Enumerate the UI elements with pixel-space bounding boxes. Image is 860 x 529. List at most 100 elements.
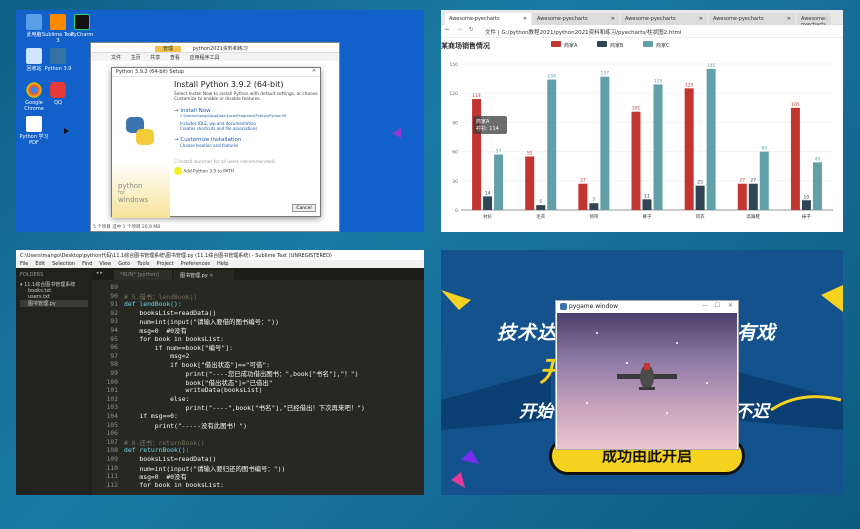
minimize-icon[interactable]: — xyxy=(702,302,708,309)
customize-note: Choose location and features xyxy=(180,143,239,148)
ribbon-tab-view[interactable]: 查看 xyxy=(170,55,180,61)
code-line: for book in booksList: xyxy=(124,480,225,489)
line-number: 97 xyxy=(110,351,118,360)
python-icon xyxy=(50,48,66,64)
reload-icon[interactable]: ↻ xyxy=(469,27,474,33)
browser-tab[interactable]: Awesome-pyecharts ✕ xyxy=(445,13,531,25)
setup-content: Install Python 3.9.2 (64-bit) Select Ins… xyxy=(170,77,322,218)
address-bar[interactable]: ← → ↻ 文件 | G:/python教程2021/python2021资料和… xyxy=(441,25,843,38)
ribbon-tab-home[interactable]: 主页 xyxy=(131,55,141,61)
line-number: 93 xyxy=(110,317,118,326)
line-number: 100 xyxy=(106,377,118,386)
bar xyxy=(653,84,663,210)
ribbon-tab-file[interactable]: 文件 xyxy=(111,55,121,61)
menu-item[interactable]: File xyxy=(20,261,28,267)
menu-item[interactable]: Help xyxy=(217,261,228,267)
tab-editor[interactable]: 图书管理.py ✕ xyxy=(174,270,234,280)
file-item-active[interactable]: 图书管理.py xyxy=(20,300,88,307)
bar-value-label: 27 xyxy=(750,178,756,184)
menu-item[interactable]: Tools xyxy=(137,261,149,267)
back-icon[interactable]: ← xyxy=(445,27,450,33)
menu-item[interactable]: Edit xyxy=(35,261,45,267)
menu-item[interactable]: Selection xyxy=(52,261,75,267)
menu-item[interactable]: Preferences xyxy=(181,261,210,267)
maximize-icon[interactable]: ☐ xyxy=(715,302,720,309)
code-line: print("-----没有此图书！") xyxy=(124,421,247,430)
banner-text-left: 技术达 xyxy=(497,322,558,344)
desktop-icon-pdf[interactable]: Python 学习 PDF xyxy=(16,116,52,146)
close-icon[interactable]: ✕ xyxy=(728,302,733,309)
menu-item[interactable]: View xyxy=(99,261,111,267)
browser-tab[interactable]: Awesome-pyecharts ✕ xyxy=(533,13,619,25)
pdf-icon xyxy=(26,116,42,132)
browser-tab[interactable]: Awesome-pyecharts ✕ xyxy=(709,13,795,25)
bar xyxy=(759,151,769,210)
code-line: if msg==0: xyxy=(124,412,178,420)
line-number: 102 xyxy=(106,394,118,403)
bar-value-label: 49 xyxy=(815,156,821,162)
bar xyxy=(642,199,652,210)
menu-item[interactable]: Goto xyxy=(118,261,130,267)
launcher-checkbox[interactable]: ☐ Install launcher for all users (recomm… xyxy=(174,160,318,165)
browser-tab[interactable]: Awesome-pyecharts xyxy=(797,13,831,25)
bar-value-label: 55 xyxy=(527,150,533,156)
line-number: 112 xyxy=(106,480,118,489)
folders-label: FOLDERS xyxy=(20,272,44,278)
code-line: msg=2 xyxy=(124,351,190,360)
menu-item[interactable]: Find xyxy=(82,261,92,267)
bar xyxy=(525,156,535,210)
install-note: Creates shortcuts and file associations xyxy=(180,126,258,131)
bar-value-label: 60 xyxy=(761,146,767,152)
browser-tabbar: Awesome-pyecharts ✕ Awesome-pyecharts ✕ Aw… xyxy=(441,10,843,25)
line-number: 107 xyxy=(106,437,118,446)
manage-tab[interactable]: 管理 xyxy=(155,46,182,52)
menu-item[interactable]: Project xyxy=(157,261,174,267)
x-tick-label: 裤子 xyxy=(643,213,652,220)
browser-panel: Awesome-pyecharts ✕ Awesome-pyecharts ✕ Aw… xyxy=(441,10,843,232)
bar-value-label: 25 xyxy=(697,180,703,186)
legend-label: 商家A xyxy=(564,42,578,49)
bar-value-label: 10 xyxy=(804,194,810,200)
sublime-menubar: File Edit Selection Find View Goto Tools Projec… xyxy=(16,260,424,268)
line-number: 95 xyxy=(110,334,118,343)
bar-value-label: 27 xyxy=(580,178,586,184)
ribbon-tab-share[interactable]: 共享 xyxy=(150,55,160,61)
desktop-icon-pycharm[interactable]: PyCharm xyxy=(64,14,100,38)
setup-heading: Install Python 3.9.2 (64-bit) xyxy=(174,80,284,89)
x-tick-label: 高跟鞋 xyxy=(747,213,761,220)
forward-icon[interactable]: → xyxy=(457,27,462,33)
ribbon-tab-apptools[interactable]: 应用程序工具 xyxy=(189,55,219,61)
bar xyxy=(578,183,588,210)
add-path-checkbox[interactable]: Add Python 3.9 to PATH xyxy=(174,167,318,175)
line-number: 92 xyxy=(110,308,118,317)
nav-arrows-icon[interactable]: ◂ ▸ xyxy=(96,270,103,276)
setup-logo-panel: python for windows xyxy=(112,77,170,218)
legend-label: 商家C xyxy=(656,42,670,49)
browser-tab[interactable]: Awesome-pyecharts ✕ xyxy=(621,13,707,25)
bar xyxy=(494,154,504,210)
close-icon[interactable]: ✕ xyxy=(312,68,316,74)
icon-label: Python 3.9 xyxy=(44,66,72,72)
code-line: else: xyxy=(124,394,190,403)
line-number: 99 xyxy=(110,369,118,377)
banner-line2-left: 开始 xyxy=(519,402,553,422)
code-line: def returnBook(): xyxy=(124,446,190,455)
desktop-icon-python[interactable]: Python 3.9 xyxy=(40,48,76,72)
cancel-button[interactable]: Cancel xyxy=(292,204,316,212)
code-line: writeData(booksList) xyxy=(124,386,263,395)
line-number: 103 xyxy=(106,403,118,412)
pygame-window: pygame window — ☐ ✕ xyxy=(555,300,739,450)
tab-run[interactable]: *RUN* [python] xyxy=(114,270,172,280)
bar xyxy=(801,200,811,210)
folder-item[interactable]: ▾ 11.1综合图书管理系统 xyxy=(20,281,88,288)
bar xyxy=(684,88,694,210)
line-number: 94 xyxy=(110,326,118,334)
desktop-icon-qq[interactable]: QQ xyxy=(40,82,76,106)
file-explorer-window: 管理 python2021资料和练习 文件 主页 共享 查看 应用程序工具 5 … xyxy=(90,42,340,232)
bar-value-label: 129 xyxy=(654,78,663,84)
game-canvas[interactable] xyxy=(557,313,737,449)
code-editor[interactable]: 89 90 # 5.借书：lendBook() 91 def lendBook(): 92… xyxy=(92,280,424,495)
icon-label: Python 学习 PDF xyxy=(19,134,49,146)
y-tick-label: 90 xyxy=(452,120,458,126)
bar xyxy=(706,68,716,210)
